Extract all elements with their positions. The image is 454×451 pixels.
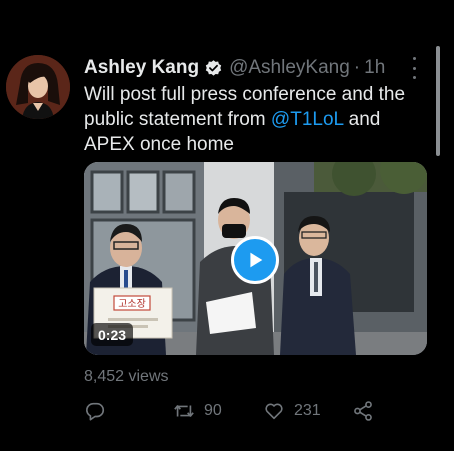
action-bar: 90 231	[84, 399, 384, 423]
timestamp[interactable]: 1h	[364, 57, 385, 79]
share-button[interactable]	[352, 399, 374, 423]
like-icon	[265, 403, 283, 420]
play-button[interactable]	[231, 236, 279, 284]
retweet-count: 90	[204, 402, 222, 419]
video-duration: 0:23	[91, 323, 134, 346]
video-player[interactable]: 고소장 0:23	[84, 162, 427, 355]
mention-link[interactable]: @T1LoL	[271, 109, 343, 130]
separator-dot: ·	[353, 57, 361, 78]
author-handle[interactable]: @AshleyKang	[229, 57, 350, 79]
avatar[interactable]	[6, 55, 70, 119]
play-icon	[250, 252, 263, 268]
reply-icon	[85, 402, 105, 421]
author-name[interactable]: Ashley Kang	[84, 57, 199, 79]
tweet: Ashley Kang @AshleyKang · 1h Will post f…	[0, 0, 454, 451]
sign-text: 고소장	[118, 298, 146, 310]
retweet-button[interactable]: 90	[172, 399, 222, 423]
view-count[interactable]: 8,452 views	[84, 368, 169, 386]
like-button[interactable]: 231	[262, 399, 321, 423]
tweet-text: Will post full press conference and the …	[84, 82, 434, 157]
reply-button[interactable]	[84, 399, 114, 423]
more-icon[interactable]	[404, 57, 424, 79]
verified-icon	[204, 59, 223, 78]
like-count: 231	[294, 402, 321, 419]
retweet-icon	[174, 405, 194, 417]
share-icon	[354, 401, 372, 421]
scrollbar[interactable]	[436, 46, 440, 156]
tweet-header: Ashley Kang @AshleyKang · 1h	[84, 56, 434, 80]
